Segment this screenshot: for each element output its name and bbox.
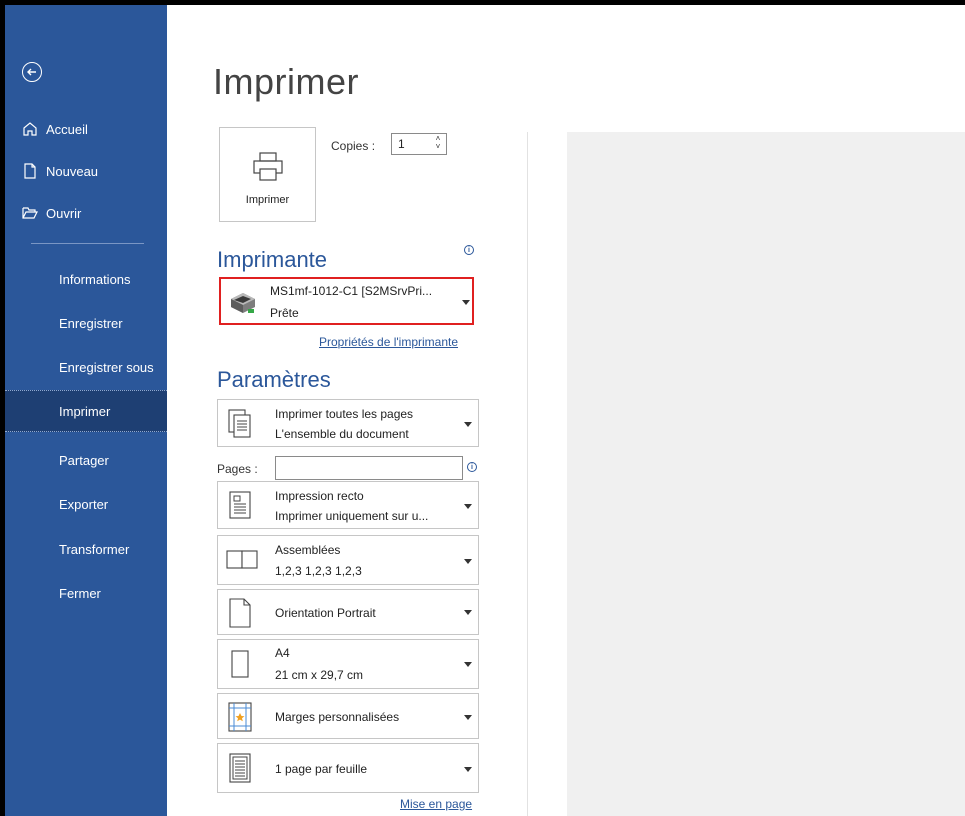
collated-icon	[226, 550, 258, 569]
pages-per-sheet-dropdown[interactable]: 1 page par feuille	[217, 743, 479, 793]
sidebar-item-nouveau[interactable]: Nouveau	[5, 153, 167, 189]
sidebar-item-label: Transformer	[59, 541, 130, 557]
paper-size-icon	[231, 650, 249, 678]
margins-dropdown[interactable]: Marges personnalisées	[217, 693, 479, 739]
chevron-down-icon	[464, 715, 472, 720]
sidebar-item-label: Fermer	[59, 585, 101, 601]
sidebar-item-label: Nouveau	[46, 163, 99, 179]
collation-dropdown[interactable]: Assemblées 1,2,3 1,2,3 1,2,3	[217, 535, 479, 585]
printer-icon	[253, 152, 283, 181]
sidebar-item-transformer[interactable]: Transformer	[5, 528, 167, 570]
print-button[interactable]: Imprimer	[219, 127, 316, 222]
portrait-icon	[229, 598, 251, 628]
sidebar-item-label: Ouvrir	[46, 205, 82, 221]
collation-label: Assemblées	[275, 543, 341, 557]
settings-section-title: Paramètres	[217, 367, 331, 392]
chevron-down-icon	[464, 504, 472, 509]
open-folder-icon	[21, 204, 39, 222]
margins-label: Marges personnalisées	[275, 710, 400, 724]
printer-properties-link[interactable]: Propriétés de l'imprimante	[319, 335, 458, 349]
printer-name: MS1mf-1012-C1 [S2MSrvPri...	[270, 284, 433, 298]
print-pane: Imprimer Imprimer Copies : 1 ˄ ˅ Impriman…	[167, 5, 965, 816]
pages-input[interactable]	[275, 456, 463, 480]
pages-icon	[228, 409, 251, 438]
paper-size-dropdown[interactable]: A4 21 cm x 29,7 cm	[217, 639, 479, 689]
printer-status: Prête	[270, 306, 299, 320]
chevron-down-icon	[464, 422, 472, 427]
backstage-sidebar: Accueil Nouveau Ouvrir Informations Enre…	[5, 5, 167, 816]
sides-label: Impression recto	[275, 489, 364, 503]
margins-icon	[228, 702, 252, 732]
copies-value: 1	[398, 137, 405, 151]
sides-dropdown[interactable]: Impression recto Imprimer uniquement sur…	[217, 481, 479, 529]
sidebar-item-label: Imprimer	[59, 403, 111, 419]
copies-label: Copies :	[331, 139, 376, 153]
collation-description: 1,2,3 1,2,3 1,2,3	[275, 564, 362, 578]
sidebar-item-label: Informations	[59, 271, 131, 287]
sidebar-item-ouvrir[interactable]: Ouvrir	[5, 195, 167, 231]
printer-device-icon	[231, 293, 255, 313]
sidebar-item-label: Enregistrer sous	[59, 359, 154, 375]
preview-divider	[527, 132, 528, 816]
paper-size-description: 21 cm x 29,7 cm	[275, 668, 364, 682]
print-range-description: L'ensemble du document	[275, 427, 409, 441]
sidebar-item-informations[interactable]: Informations	[5, 258, 167, 300]
print-preview-area	[567, 132, 965, 816]
page-setup-link[interactable]: Mise en page	[400, 797, 472, 811]
sidebar-item-exporter[interactable]: Exporter	[5, 483, 167, 525]
copies-input[interactable]: 1 ˄ ˅	[391, 133, 447, 155]
pages-per-sheet-label: 1 page par feuille	[275, 762, 368, 776]
print-range-dropdown[interactable]: Imprimer toutes les pages L'ensemble du …	[217, 399, 479, 447]
sidebar-item-label: Enregistrer	[59, 315, 123, 331]
orientation-label: Orientation Portrait	[275, 606, 376, 620]
sides-description: Imprimer uniquement sur u...	[275, 509, 429, 523]
print-button-label: Imprimer	[245, 194, 290, 206]
page-title: Imprimer	[213, 61, 359, 102]
pages-label: Pages :	[217, 462, 258, 476]
one-sided-icon	[229, 491, 251, 519]
printer-dropdown[interactable]: MS1mf-1012-C1 [S2MSrvPri... Prête	[219, 277, 474, 325]
sidebar-item-fermer[interactable]: Fermer	[5, 572, 167, 614]
back-arrow-icon[interactable]	[22, 62, 42, 82]
sidebar-item-partager[interactable]: Partager	[5, 439, 167, 481]
sidebar-item-imprimer[interactable]: Imprimer	[5, 390, 167, 432]
chevron-down-icon	[464, 610, 472, 615]
copies-spinner[interactable]: ˄ ˅	[432, 135, 444, 153]
new-document-icon	[21, 162, 39, 180]
chevron-down-icon	[464, 559, 472, 564]
info-icon[interactable]: i	[464, 245, 474, 255]
paper-size-label: A4	[275, 646, 290, 660]
sidebar-item-label: Partager	[59, 452, 109, 468]
sidebar-item-label: Exporter	[59, 496, 109, 512]
sidebar-item-enregistrer[interactable]: Enregistrer	[5, 302, 167, 344]
pages-per-sheet-icon	[229, 753, 251, 783]
sidebar-divider	[31, 243, 144, 244]
home-icon	[21, 120, 39, 138]
info-icon[interactable]: i	[467, 462, 477, 472]
print-range-label: Imprimer toutes les pages	[275, 407, 414, 421]
orientation-dropdown[interactable]: Orientation Portrait	[217, 589, 479, 635]
chevron-down-icon	[462, 300, 470, 305]
window: Accueil Nouveau Ouvrir Informations Enre…	[5, 5, 965, 816]
printer-section-title: Imprimante	[217, 247, 328, 272]
sidebar-item-accueil[interactable]: Accueil	[5, 111, 167, 147]
chevron-down-icon	[464, 767, 472, 772]
chevron-down-icon	[464, 662, 472, 667]
sidebar-item-enregistrer-sous[interactable]: Enregistrer sous	[5, 346, 167, 388]
sidebar-item-label: Accueil	[46, 121, 88, 137]
